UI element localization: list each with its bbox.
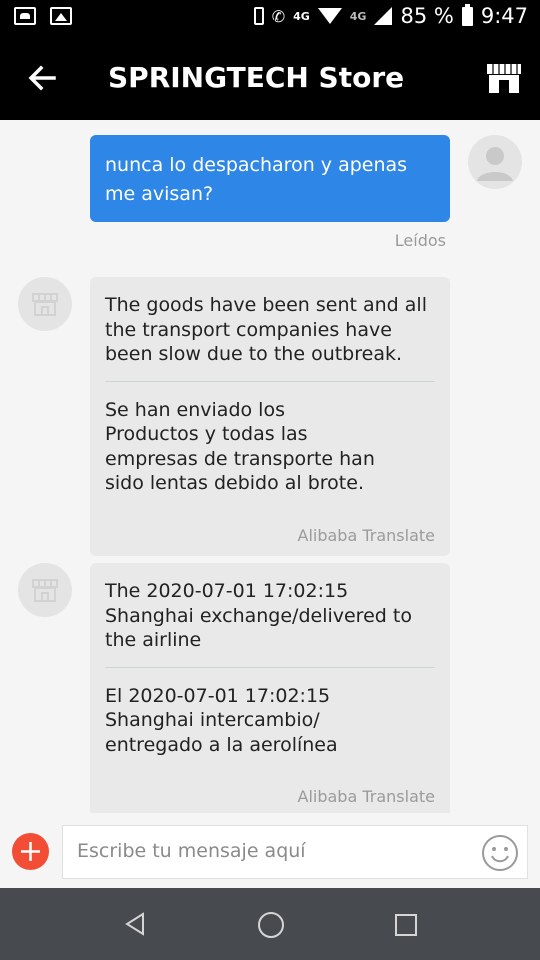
message-input-placeholder: Escribe tu mensaje aquí [77, 840, 306, 862]
user-icon [477, 147, 513, 181]
translated-message-text: El 2020-07-01 17:02:15 Shanghai intercam… [105, 684, 338, 756]
system-navigation-bar [0, 888, 540, 960]
original-message-text: The goods have been sent and all the tra… [105, 294, 427, 365]
clock: 9:47 [480, 4, 528, 28]
status-bar: ✆ 4G 4G 85 % 9:47 [0, 0, 540, 36]
shop-icon [32, 293, 58, 316]
signal-icon [374, 7, 393, 25]
nav-back-icon[interactable] [124, 912, 146, 940]
translation-credit: Alibaba Translate [297, 525, 436, 545]
battery-percent: 85 % [400, 4, 454, 28]
translation-divider [105, 380, 435, 382]
translation-credit: Alibaba Translate [297, 787, 436, 806]
arrow-left-icon[interactable] [24, 58, 60, 98]
plus-icon [21, 842, 40, 861]
shop-icon [32, 579, 58, 602]
read-status: Leídos [394, 231, 446, 250]
network-type: 4G [293, 9, 310, 23]
network-type-2: 4G [349, 9, 367, 23]
wifi-icon [317, 8, 342, 24]
incoming-message-bubble[interactable]: The 2020-07-01 17:02:15 Shanghai exchang… [90, 563, 450, 813]
store-icon[interactable] [486, 60, 522, 94]
emoji-icon[interactable] [481, 834, 519, 872]
wifi-call-icon: ✆ [271, 6, 286, 26]
message-text: nunca lo despacharon y apenas me avisan? [105, 154, 408, 205]
original-message-text: The 2020-07-01 17:02:15 Shanghai exchang… [105, 580, 412, 651]
photo-notification-icon [50, 7, 72, 25]
vibrate-icon [253, 7, 264, 25]
notification-icons [14, 7, 72, 25]
nav-home-icon[interactable] [258, 912, 284, 938]
status-indicators: ✆ 4G 4G 85 % 9:47 [253, 3, 528, 28]
battery-icon [461, 3, 473, 26]
chat-messages[interactable]: nunca lo despacharon y apenas me avisan?… [0, 120, 540, 813]
add-attachment-button[interactable] [12, 833, 49, 870]
store-avatar[interactable] [18, 563, 72, 617]
nav-recents-icon[interactable] [395, 914, 417, 936]
user-avatar[interactable] [468, 135, 522, 189]
outgoing-message-bubble[interactable]: nunca lo despacharon y apenas me avisan? [90, 135, 450, 222]
translation-divider [105, 666, 435, 668]
app-header: SPRINGTECH Store [0, 36, 540, 120]
translated-message-text: Se han enviado los Productos y todas las… [105, 398, 375, 495]
message-input-bar: Escribe tu mensaje aquí [0, 813, 540, 888]
contacts-notification-icon [14, 7, 36, 25]
store-avatar[interactable] [18, 277, 72, 331]
page-title: SPRINGTECH Store [108, 61, 405, 94]
message-input[interactable]: Escribe tu mensaje aquí [62, 825, 528, 879]
incoming-message-bubble[interactable]: The goods have been sent and all the tra… [90, 277, 450, 556]
